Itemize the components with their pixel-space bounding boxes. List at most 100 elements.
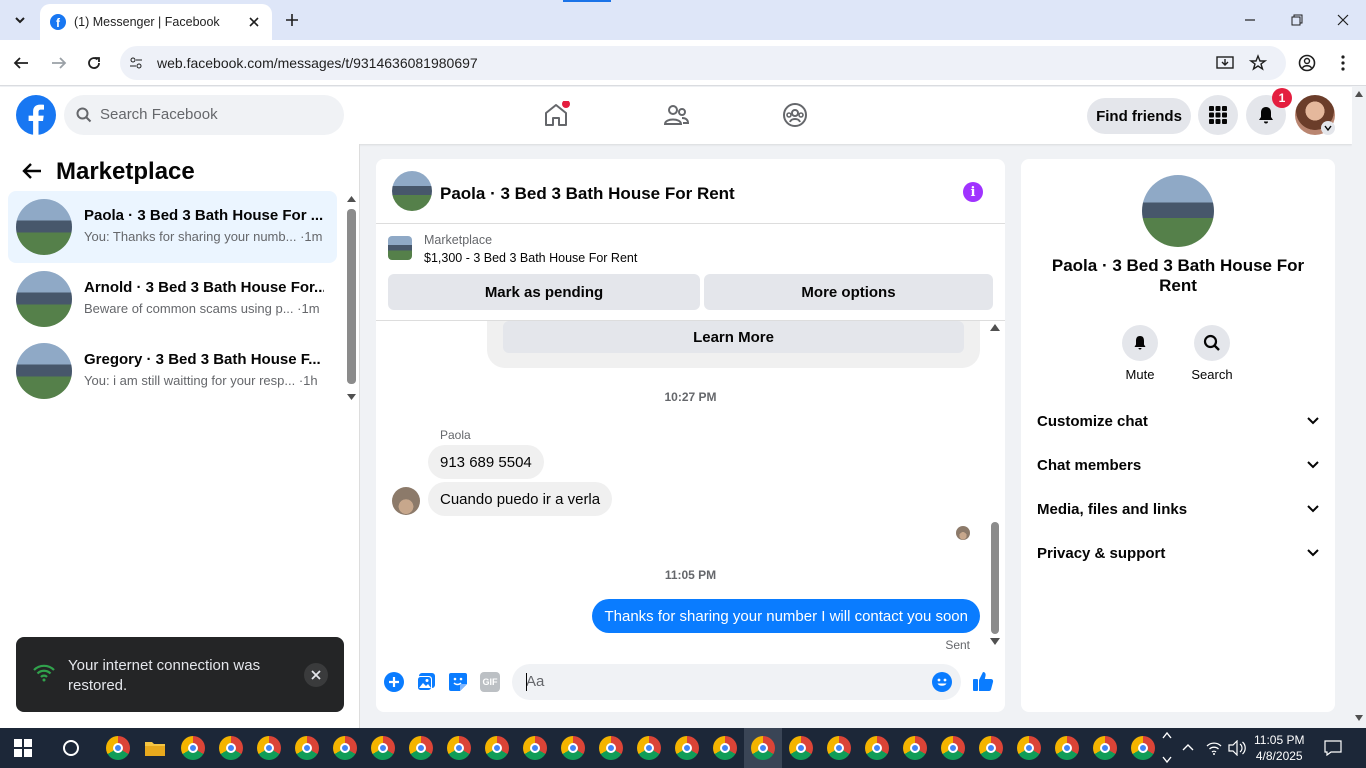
- search-action[interactable]: Search: [1182, 325, 1242, 382]
- chrome-window-icon[interactable]: [1010, 728, 1048, 768]
- media-files-links-row[interactable]: Media, files and links: [1037, 487, 1319, 531]
- chrome-window-active-icon[interactable]: [744, 728, 782, 768]
- listing-details[interactable]: $1,300 - 3 Bed 3 Bath House For Rent: [424, 251, 637, 265]
- mute-action[interactable]: Mute: [1110, 325, 1170, 382]
- chrome-window-icon[interactable]: [934, 728, 972, 768]
- chrome-window-icon[interactable]: [668, 728, 706, 768]
- volume-icon[interactable]: [1228, 740, 1246, 756]
- chrome-window-icon[interactable]: [592, 728, 630, 768]
- chrome-window-icon[interactable]: [1086, 728, 1124, 768]
- chat-scroll-down-icon[interactable]: [990, 638, 1000, 645]
- profile-thumbnail[interactable]: [1142, 175, 1214, 247]
- close-tab-icon[interactable]: [246, 14, 262, 30]
- mark-as-pending-button[interactable]: Mark as pending: [388, 274, 700, 310]
- find-friends-button[interactable]: Find friends: [1087, 98, 1191, 134]
- cortana-search-icon[interactable]: [52, 728, 90, 768]
- chrome-taskbar-icon[interactable]: [99, 728, 137, 768]
- page-scrollbar[interactable]: [1352, 87, 1366, 728]
- chat-members-row[interactable]: Chat members: [1037, 443, 1319, 487]
- minimize-icon[interactable]: [1242, 12, 1258, 28]
- chrome-window-icon[interactable]: [364, 728, 402, 768]
- chrome-window-icon[interactable]: [1048, 728, 1086, 768]
- chrome-window-icon[interactable]: [516, 728, 554, 768]
- info-icon[interactable]: i: [963, 182, 983, 202]
- sent-message[interactable]: Thanks for sharing your number I will co…: [592, 599, 980, 633]
- chat-scroll-up-icon[interactable]: [990, 324, 1000, 331]
- groups-nav-icon[interactable]: [763, 93, 827, 137]
- scroll-down-icon[interactable]: [1355, 715, 1363, 721]
- thumbs-up-icon[interactable]: [972, 670, 994, 692]
- sticker-icon[interactable]: [448, 672, 468, 692]
- chrome-window-icon[interactable]: [250, 728, 288, 768]
- toast-close-icon[interactable]: [304, 663, 328, 687]
- chrome-window-icon[interactable]: [440, 728, 478, 768]
- windows-start-icon[interactable]: [4, 728, 42, 768]
- photo-icon[interactable]: [416, 672, 436, 692]
- conversation-item[interactable]: Paola · 3 Bed 3 Bath House For ... You: …: [8, 191, 337, 263]
- bookmark-star-icon[interactable]: [1249, 54, 1267, 72]
- close-window-icon[interactable]: [1335, 12, 1351, 28]
- back-arrow-icon[interactable]: [22, 162, 42, 180]
- action-center-icon[interactable]: [1324, 740, 1342, 756]
- friends-nav-icon[interactable]: [644, 93, 708, 137]
- restore-icon[interactable]: [1289, 12, 1305, 28]
- emoji-icon[interactable]: [932, 672, 952, 692]
- list-scroll-down-icon[interactable]: [347, 394, 356, 400]
- forward-icon[interactable]: [50, 54, 68, 72]
- more-options-button[interactable]: More options: [704, 274, 993, 310]
- new-tab-icon[interactable]: [282, 10, 302, 30]
- site-info-icon[interactable]: [128, 55, 144, 71]
- chrome-window-icon[interactable]: [972, 728, 1010, 768]
- chrome-window-icon[interactable]: [858, 728, 896, 768]
- taskbar-clock[interactable]: 11:05 PM 4/8/2025: [1254, 732, 1304, 764]
- chat-avatar[interactable]: [392, 171, 432, 211]
- chat-scrollbar-thumb[interactable]: [991, 522, 999, 634]
- chrome-window-icon[interactable]: [478, 728, 516, 768]
- search-facebook-input[interactable]: Search Facebook: [64, 95, 344, 135]
- received-message[interactable]: Cuando puedo ir a verla: [428, 482, 613, 516]
- chrome-window-icon[interactable]: [288, 728, 326, 768]
- chrome-window-icon[interactable]: [212, 728, 250, 768]
- tab-search-icon[interactable]: [8, 8, 32, 32]
- reload-icon[interactable]: [85, 54, 103, 72]
- omnibox[interactable]: web.facebook.com/messages/t/931463608198…: [120, 46, 1286, 80]
- chrome-window-icon[interactable]: [820, 728, 858, 768]
- chrome-window-icon[interactable]: [782, 728, 820, 768]
- account-chevron-icon[interactable]: [1321, 121, 1335, 135]
- conversation-item[interactable]: Arnold · 3 Bed 3 Bath House For... Bewar…: [8, 263, 337, 335]
- list-scroll-up-icon[interactable]: [347, 196, 356, 202]
- learn-more-button[interactable]: Learn More: [503, 321, 964, 353]
- chrome-window-icon[interactable]: [402, 728, 440, 768]
- privacy-support-row[interactable]: Privacy & support: [1037, 531, 1319, 575]
- add-plus-icon[interactable]: [384, 672, 404, 692]
- taskbar-scroll-up-icon[interactable]: [1162, 732, 1172, 739]
- taskbar-scroll-down-icon[interactable]: [1162, 756, 1172, 763]
- chrome-window-icon[interactable]: [1124, 728, 1162, 768]
- chrome-window-icon[interactable]: [554, 728, 592, 768]
- scroll-up-icon[interactable]: [1355, 91, 1363, 97]
- received-message[interactable]: 913 689 5504: [428, 445, 544, 479]
- list-scrollbar-thumb[interactable]: [347, 209, 356, 384]
- chrome-window-icon[interactable]: [326, 728, 364, 768]
- profile-icon[interactable]: [1298, 54, 1316, 72]
- facebook-logo-icon[interactable]: [16, 95, 56, 135]
- message-input[interactable]: Aa: [512, 664, 961, 700]
- menu-grid-icon[interactable]: [1198, 95, 1238, 135]
- browser-tab[interactable]: f (1) Messenger | Facebook: [40, 4, 272, 40]
- sender-avatar[interactable]: [392, 487, 420, 515]
- gif-icon[interactable]: GIF: [480, 672, 500, 692]
- chat-title[interactable]: Paola · 3 Bed 3 Bath House For Rent: [440, 184, 735, 204]
- browser-menu-icon[interactable]: [1340, 54, 1346, 72]
- install-app-icon[interactable]: [1216, 55, 1234, 71]
- back-icon[interactable]: [12, 54, 30, 72]
- conversation-item[interactable]: Gregory · 3 Bed 3 Bath House F... You: i…: [8, 335, 337, 407]
- chrome-window-icon[interactable]: [630, 728, 668, 768]
- listing-small-thumbnail[interactable]: [388, 236, 412, 260]
- file-explorer-icon[interactable]: [136, 728, 174, 768]
- chrome-window-icon[interactable]: [896, 728, 934, 768]
- network-icon[interactable]: [1206, 740, 1222, 756]
- home-nav-icon[interactable]: [524, 93, 588, 137]
- show-hidden-icons-icon[interactable]: [1182, 743, 1194, 751]
- chrome-window-icon[interactable]: [174, 728, 212, 768]
- customize-chat-row[interactable]: Customize chat: [1037, 399, 1319, 443]
